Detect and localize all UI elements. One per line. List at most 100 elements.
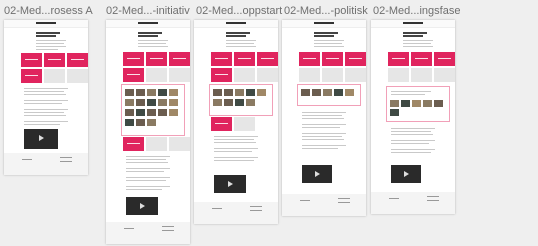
nav-tile: [169, 137, 190, 151]
artboard-footer: [371, 192, 455, 214]
nav-tile: [67, 53, 88, 67]
text-line: [36, 40, 66, 41]
nav-tile: [257, 52, 278, 66]
nav-tile: [322, 52, 343, 66]
artboard-footer: [4, 153, 88, 175]
nav-tile: [123, 52, 144, 66]
text-line: [138, 40, 168, 41]
nav-tile: [234, 52, 255, 66]
text-line: [36, 49, 58, 50]
text-line: [24, 100, 68, 101]
text-line: [36, 46, 66, 47]
text-line: [214, 148, 258, 149]
nav-tile: [21, 53, 42, 67]
nav-tile: [44, 69, 65, 83]
artboard-title: [138, 32, 162, 34]
artboard-label-4[interactable]: 02-Med...-politisk: [284, 5, 368, 17]
logo: [313, 22, 335, 24]
text-line: [302, 139, 344, 140]
text-line: [302, 112, 346, 113]
text-line: [403, 46, 433, 47]
text-line: [126, 162, 168, 163]
text-line: [138, 43, 166, 44]
text-line: [214, 160, 254, 161]
video-thumbnail: [126, 197, 158, 215]
text-line: [36, 43, 64, 44]
artboard-header: [194, 20, 278, 28]
nav-tile: [388, 68, 409, 82]
nav-tile: [169, 52, 190, 66]
text-line: [302, 115, 342, 116]
nav-tile: [299, 52, 320, 66]
artboard-header: [4, 20, 88, 28]
logo: [137, 22, 159, 24]
nav-tile: [123, 137, 144, 151]
artboard-header: [106, 20, 190, 28]
nav-tile: [434, 68, 455, 82]
text-line: [126, 186, 170, 187]
artboard-2[interactable]: [106, 20, 190, 244]
text-line: [126, 156, 170, 157]
nav-tile: [146, 52, 167, 66]
text-line: [214, 157, 258, 158]
nav-tile: [411, 68, 432, 82]
text-line: [302, 127, 340, 128]
nav-tile: [345, 68, 366, 82]
logo: [35, 22, 57, 24]
artboard-title: [403, 32, 427, 34]
nav-tile: [299, 68, 320, 82]
artboard-label-3[interactable]: 02-Med...oppstart: [196, 5, 282, 17]
text-line: [302, 118, 344, 119]
text-line: [24, 109, 68, 110]
text-line: [314, 40, 344, 41]
artboard-label-5[interactable]: 02-Med...ingsfase: [373, 5, 460, 17]
text-line: [391, 143, 429, 144]
nav-tile: [44, 53, 65, 67]
artboard-4[interactable]: [282, 20, 366, 216]
nav-tile: [169, 68, 190, 82]
nav-tile: [434, 52, 455, 66]
logo: [402, 22, 424, 24]
text-line: [126, 180, 166, 181]
text-line: [126, 177, 170, 178]
image-grid-panel: [209, 84, 273, 116]
text-line: [391, 128, 435, 129]
artboard-label-2[interactable]: 02-Med...-initiativ: [106, 5, 190, 17]
nav-tile: [211, 117, 232, 131]
nav-tile: [211, 68, 232, 82]
text-line: [214, 136, 258, 137]
artboard-footer: [282, 194, 366, 216]
text-line: [226, 43, 254, 44]
text-line: [314, 46, 344, 47]
text-line: [24, 94, 66, 95]
artboard-title: [226, 32, 250, 34]
nav-tile: [146, 137, 167, 151]
text-line: [138, 46, 168, 47]
artboard-3[interactable]: [194, 20, 278, 224]
nav-tile: [234, 68, 255, 82]
text-line: [391, 149, 435, 150]
text-line: [391, 152, 431, 153]
nav-tile: [123, 68, 144, 82]
text-line: [24, 91, 64, 92]
text-line: [226, 46, 256, 47]
text-line: [391, 131, 431, 132]
logo: [225, 22, 247, 24]
nav-tile: [388, 52, 409, 66]
text-line: [126, 168, 170, 169]
artboard-footer: [194, 202, 278, 224]
text-line: [302, 145, 346, 146]
artboard-title: [138, 35, 158, 37]
artboard-header: [371, 20, 455, 28]
artboard-1[interactable]: [4, 20, 88, 175]
artboard-title: [314, 35, 334, 37]
nav-tile: [322, 68, 343, 82]
text-line: [24, 103, 62, 104]
video-thumbnail: [24, 129, 58, 149]
nav-tile: [211, 52, 232, 66]
artboard-5[interactable]: [371, 20, 455, 214]
text-line: [391, 134, 433, 135]
text-line: [302, 124, 346, 125]
artboard-label-1[interactable]: 02-Med...rosess A: [4, 5, 93, 17]
nav-tile: [411, 52, 432, 66]
